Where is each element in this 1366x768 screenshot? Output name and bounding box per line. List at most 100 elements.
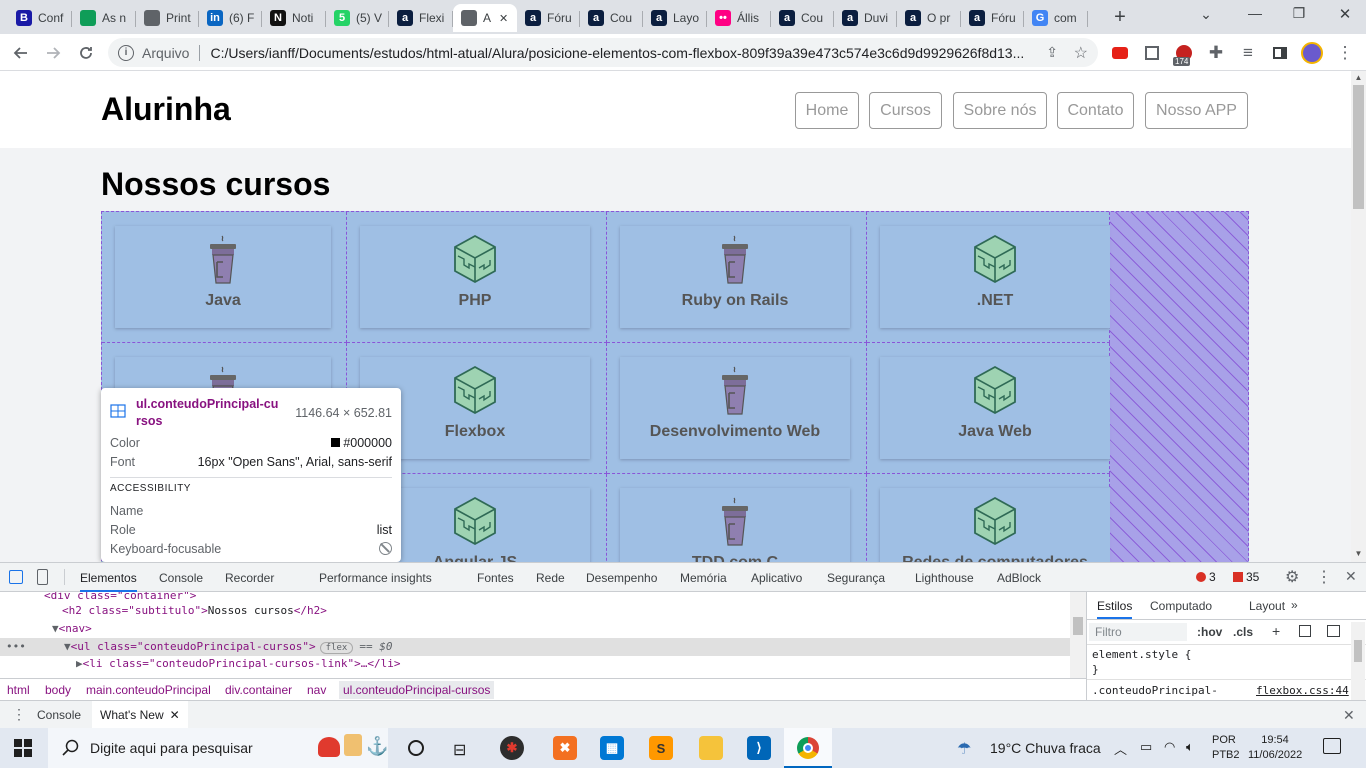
drawer-menu-icon[interactable]: ⋮ bbox=[12, 706, 26, 723]
browser-tab[interactable]: 5 (5) V bbox=[326, 4, 389, 32]
share-icon[interactable]: ⇪ bbox=[1046, 44, 1058, 61]
rule-selector[interactable]: .conteudoPrincipal- bbox=[1092, 684, 1218, 697]
devtools-menu-icon[interactable]: ⋮ bbox=[1316, 567, 1332, 587]
browser-tab[interactable]: a Cou bbox=[771, 4, 834, 32]
breadcrumb-item[interactable]: main.conteudoPrincipal bbox=[86, 683, 211, 697]
device-toolbar-icon[interactable] bbox=[37, 569, 48, 585]
system-clock[interactable]: 19:54 11/06/2022 bbox=[1248, 733, 1302, 763]
course-card[interactable]: .NET bbox=[880, 226, 1110, 328]
course-card[interactable]: TDD com C bbox=[620, 488, 850, 562]
taskbar-search-box[interactable]: Digite aqui para pesquisar ⚓ bbox=[48, 728, 388, 768]
wifi-icon[interactable]: ◠ bbox=[1164, 739, 1175, 755]
input-language[interactable]: POR PTB2 bbox=[1212, 733, 1240, 763]
course-card[interactable]: Ruby on Rails bbox=[620, 226, 850, 328]
url-text[interactable]: C:/Users/ianff/Documents/estudos/html-at… bbox=[210, 45, 1030, 61]
devtools-tab[interactable]: AdBlock bbox=[997, 571, 1041, 585]
dom-line-li[interactable]: ▶<li class="conteudoPrincipal-cursos-lin… bbox=[76, 657, 401, 670]
course-card[interactable]: Java bbox=[115, 226, 331, 328]
forward-arrow-icon[interactable] bbox=[40, 40, 66, 66]
microsoft-store-icon[interactable]: ▦ bbox=[600, 736, 624, 760]
file-explorer-icon[interactable] bbox=[699, 736, 723, 760]
info-icon[interactable]: i bbox=[118, 44, 134, 61]
course-card[interactable]: Redes de computadores bbox=[880, 488, 1110, 562]
breadcrumb-item[interactable]: body bbox=[45, 683, 71, 697]
devtools-tab[interactable]: Recorder bbox=[225, 571, 274, 585]
breadcrumb-item[interactable]: html bbox=[7, 683, 30, 697]
breadcrumb-item[interactable]: nav bbox=[307, 683, 326, 697]
browser-tab[interactable]: Gcom bbox=[1024, 4, 1088, 32]
chrome-taskbar-button[interactable] bbox=[784, 728, 832, 768]
settings-gear-icon[interactable]: ⚙ bbox=[1285, 567, 1299, 587]
browser-tab[interactable]: B Conf bbox=[8, 4, 72, 32]
browser-tab[interactable]: •• Állis bbox=[707, 4, 771, 32]
weather-icon[interactable]: ☂ bbox=[957, 739, 971, 759]
show-hidden-icons-chevron[interactable]: ︿ bbox=[1114, 739, 1127, 758]
volume-icon[interactable]: 🔈︎ bbox=[1186, 739, 1194, 755]
devtools-tab[interactable]: Fontes bbox=[477, 571, 514, 585]
devtools-tab[interactable]: Segurança bbox=[827, 571, 885, 585]
nav-button[interactable]: Sobre nós bbox=[953, 92, 1047, 129]
nav-button[interactable]: Nosso APP bbox=[1145, 92, 1248, 129]
computed-styles-toggle-icon[interactable] bbox=[1299, 625, 1311, 637]
app-icon-red-devil[interactable]: ✱ bbox=[500, 736, 524, 760]
devtools-tab[interactable]: Aplicativo bbox=[751, 571, 802, 585]
reload-icon[interactable] bbox=[73, 40, 99, 66]
dom-line-ul[interactable]: ▼<ul class="conteudoPrincipal-cursos"> fl… bbox=[64, 640, 392, 654]
browser-tab[interactable]: in (6) F bbox=[199, 4, 262, 32]
browser-menu-icon[interactable]: ⋮ bbox=[1332, 40, 1358, 66]
close-devtools-icon[interactable]: ✕ bbox=[1345, 568, 1357, 585]
flex-badge[interactable]: flex bbox=[319, 642, 354, 654]
more-tabs-chevron-icon[interactable]: » bbox=[1291, 598, 1298, 612]
element-style-rule[interactable]: element.style { bbox=[1092, 648, 1191, 661]
minimize-window-button[interactable]: — bbox=[1240, 5, 1270, 21]
drawer-tab-console[interactable]: Console bbox=[37, 708, 81, 722]
devtools-tab[interactable]: Elementos bbox=[80, 563, 137, 592]
nav-button[interactable]: Home bbox=[795, 92, 859, 129]
close-window-button[interactable]: ✕ bbox=[1330, 5, 1360, 23]
vscode-icon[interactable]: ⟩ bbox=[747, 736, 771, 760]
extensions-puzzle-icon[interactable]: ✚ bbox=[1203, 40, 1229, 66]
extension-badge-icon[interactable]: 174 bbox=[1171, 40, 1197, 66]
screenshot-extension-icon[interactable] bbox=[1139, 40, 1165, 66]
inspect-element-icon[interactable] bbox=[9, 570, 23, 584]
new-tab-button[interactable]: + bbox=[1109, 6, 1131, 28]
breadcrumb-item[interactable]: ul.conteudoPrincipal-cursos bbox=[339, 681, 495, 699]
browser-tab[interactable]: A ✕ bbox=[453, 4, 517, 32]
browser-tab[interactable]: a Fóru bbox=[961, 4, 1024, 32]
close-drawer-icon[interactable]: ✕ bbox=[1343, 707, 1355, 724]
browser-tab[interactable]: N Noti bbox=[262, 4, 326, 32]
styles-filter-input[interactable]: Filtro bbox=[1089, 623, 1187, 641]
browser-tab[interactable]: a O pr bbox=[897, 4, 961, 32]
page-scrollbar[interactable]: ▲ ▼ bbox=[1351, 71, 1366, 562]
error-counter[interactable]: 3 bbox=[1196, 570, 1216, 584]
rule-source-link[interactable]: flexbox.css:44 bbox=[1256, 684, 1349, 697]
restore-window-button[interactable]: ❐ bbox=[1284, 5, 1314, 22]
devtools-tab[interactable]: Performance insights bbox=[319, 571, 432, 585]
notification-center-icon[interactable] bbox=[1323, 738, 1341, 754]
close-tab-icon[interactable]: ✕ bbox=[499, 12, 508, 25]
browser-tab[interactable]: a Layo bbox=[643, 4, 707, 32]
styles-tab[interactable]: Estilos bbox=[1097, 592, 1133, 619]
styles-tab[interactable]: Computado bbox=[1150, 592, 1212, 619]
browser-tab[interactable]: a Flexi bbox=[389, 4, 453, 32]
dom-line-subtitle[interactable]: <h2 class="subtitulo">Nossos cursos</h2> bbox=[62, 604, 327, 617]
breadcrumb-item[interactable]: div.container bbox=[225, 683, 292, 697]
drawer-tab-whats-new[interactable]: What's New ✕ bbox=[92, 701, 188, 730]
site-logo[interactable]: Alurinha bbox=[101, 91, 231, 128]
youtube-extension-icon[interactable] bbox=[1107, 40, 1133, 66]
browser-tab[interactable]: a Duvi bbox=[834, 4, 897, 32]
browser-tab[interactable]: Print bbox=[136, 4, 199, 32]
nav-button[interactable]: Contato bbox=[1057, 92, 1134, 129]
sublime-text-icon[interactable]: S bbox=[649, 736, 673, 760]
cls-toggle[interactable]: .cls bbox=[1233, 625, 1253, 639]
dom-line-container[interactable]: <div class="container"> bbox=[44, 592, 196, 602]
devtools-tab[interactable]: Lighthouse bbox=[915, 571, 974, 585]
dom-scrollbar[interactable] bbox=[1070, 592, 1086, 678]
windows-start-icon[interactable] bbox=[14, 739, 32, 757]
issue-counter[interactable]: 35 bbox=[1233, 570, 1259, 584]
network-icon[interactable]: ▭ bbox=[1140, 739, 1152, 755]
styles-tab[interactable]: Layout bbox=[1249, 592, 1285, 619]
hov-toggle[interactable]: :hov bbox=[1197, 625, 1222, 639]
devtools-tab[interactable]: Console bbox=[159, 571, 203, 585]
devtools-tab[interactable]: Rede bbox=[536, 571, 565, 585]
